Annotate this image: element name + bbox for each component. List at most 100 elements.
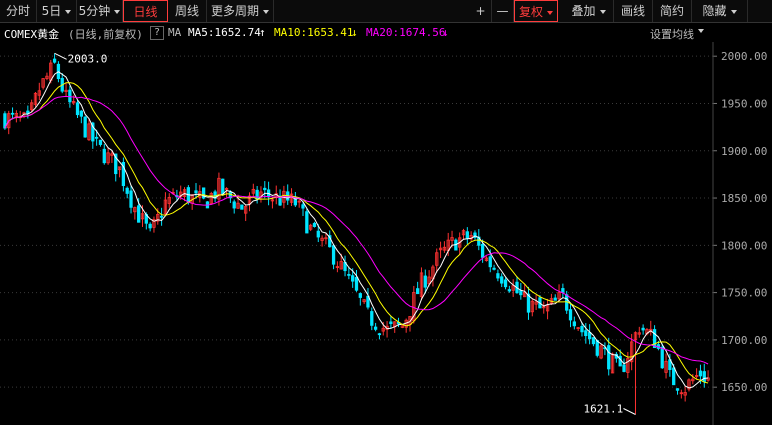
ma5-up-arrow-icon: ↑: [259, 26, 266, 39]
tab-label: 周线: [174, 4, 199, 18]
tab-5[interactable]: 更多周期: [207, 0, 274, 22]
candle-body: [232, 201, 236, 209]
tab-label: 5分钟: [78, 4, 111, 18]
candle-body: [702, 371, 706, 382]
ma10-value: MA10:1653.41: [274, 26, 354, 39]
y-tick-label: 1950.00: [721, 97, 767, 110]
candle-body: [526, 293, 531, 313]
ma10-line: [4, 82, 709, 384]
help-icon[interactable]: ?: [150, 26, 164, 40]
candle-body: [587, 332, 592, 340]
tab-label: 更多周期: [210, 4, 259, 18]
toolbar-right-5[interactable]: 简约: [653, 0, 692, 22]
toolbar-label: —: [496, 4, 509, 18]
candle-body: [98, 139, 103, 145]
candlestick-chart[interactable]: 2000.00 1950.00 1900.00 1850.00 1800.00 1750.…: [0, 42, 772, 425]
candle-body: [83, 116, 87, 138]
candle-body: [148, 223, 152, 229]
tab-0[interactable]: 分时: [0, 0, 37, 22]
candle-body: [622, 364, 626, 372]
y-tick-label: 2000.00: [721, 50, 767, 63]
ma-lines-layer: [4, 71, 709, 389]
toolbar-right-3[interactable]: 叠加: [564, 0, 614, 22]
candle-body: [102, 148, 106, 164]
candle-body: [351, 275, 355, 282]
ma5-line: [4, 71, 709, 389]
candle-body: [507, 289, 512, 292]
toolbar-label: 简约: [659, 4, 684, 18]
ma5-value: MA5:1652.74: [188, 26, 261, 39]
candle-body: [373, 326, 378, 330]
tab-3[interactable]: 日线: [123, 0, 168, 22]
candle-body: [672, 367, 676, 386]
toolbar-label: 画线: [620, 4, 645, 18]
candle-body: [129, 190, 133, 208]
candle-body: [301, 204, 305, 209]
candle-body: [652, 329, 657, 349]
candle-body: [125, 187, 129, 194]
chevron-down-icon: [65, 9, 72, 14]
ma-settings-label: 设置均线: [650, 28, 694, 41]
tab-2[interactable]: 5分钟: [77, 0, 123, 22]
candle-body: [607, 345, 611, 370]
candle-body: [159, 215, 164, 218]
candle-body: [331, 245, 336, 265]
candle-body: [561, 288, 565, 293]
candle-body: [423, 275, 427, 288]
toolbar-label: 隐藏: [702, 4, 727, 18]
toolbar: 分时 5日 5分钟 日线 周线 更多周期 + — 复权 叠加 画线 简约 隐藏: [0, 0, 772, 23]
chevron-down-icon: [114, 9, 121, 14]
candle-body: [641, 327, 645, 331]
candle-body: [492, 267, 496, 270]
candle-body: [591, 337, 596, 345]
candle-body: [305, 211, 309, 234]
ma20-down-arrow-icon: ↓: [442, 26, 449, 39]
candle-body: [584, 330, 588, 337]
chevron-down-icon: [263, 9, 269, 14]
symbol-name: COMEX黄金: [4, 28, 60, 41]
candle-body: [698, 370, 703, 377]
candle-body: [347, 274, 351, 276]
toolbar-right-6[interactable]: 隐藏: [692, 0, 748, 22]
chevron-down-icon: [547, 10, 553, 15]
candle-body: [10, 112, 15, 115]
candle-body: [79, 110, 83, 117]
candle-body: [389, 321, 393, 325]
tab-1[interactable]: 5日: [37, 0, 77, 22]
candle-body: [194, 190, 198, 194]
candle-body: [660, 346, 664, 369]
toolbar-label: 叠加: [571, 4, 596, 18]
candle-body: [488, 256, 492, 268]
toolbar-label: 复权: [518, 5, 543, 19]
candle-body: [416, 288, 420, 295]
y-tick-label: 1850.00: [721, 192, 767, 205]
grid-lines: [0, 55, 713, 388]
toolbar-right-2[interactable]: 复权: [514, 0, 558, 22]
y-tick-label: 1800.00: [721, 239, 767, 252]
candle-body: [580, 325, 584, 333]
candle-body: [137, 205, 141, 223]
candle-body: [480, 243, 485, 258]
toolbar-right-4[interactable]: 画线: [614, 0, 653, 22]
candle-body: [75, 102, 80, 116]
tab-4[interactable]: 周线: [168, 0, 207, 22]
ma-settings-button[interactable]: 设置均线: [650, 26, 704, 42]
ma10-down-arrow-icon: ↓: [351, 26, 358, 39]
candle-body: [316, 230, 320, 238]
y-tick-label: 1900.00: [721, 145, 767, 158]
toolbar-right-1[interactable]: —: [492, 0, 514, 22]
candle-body: [263, 187, 267, 191]
y-tick-label: 1750.00: [721, 287, 767, 300]
toolbar-right-0[interactable]: +: [470, 0, 492, 22]
candle-body: [595, 340, 599, 356]
candle-body: [52, 58, 57, 63]
candle-body: [503, 279, 508, 288]
low-annotation-pointer: [623, 408, 636, 415]
tab-label: 5日: [41, 4, 62, 18]
candle-body: [312, 222, 317, 227]
candle-body: [240, 204, 244, 210]
y-tick-label: 1650.00: [721, 381, 767, 394]
candle-body: [568, 309, 573, 321]
annotations-layer: 2003.0 1621.1: [54, 52, 636, 416]
low-annotation-label: 1621.1: [583, 403, 623, 416]
